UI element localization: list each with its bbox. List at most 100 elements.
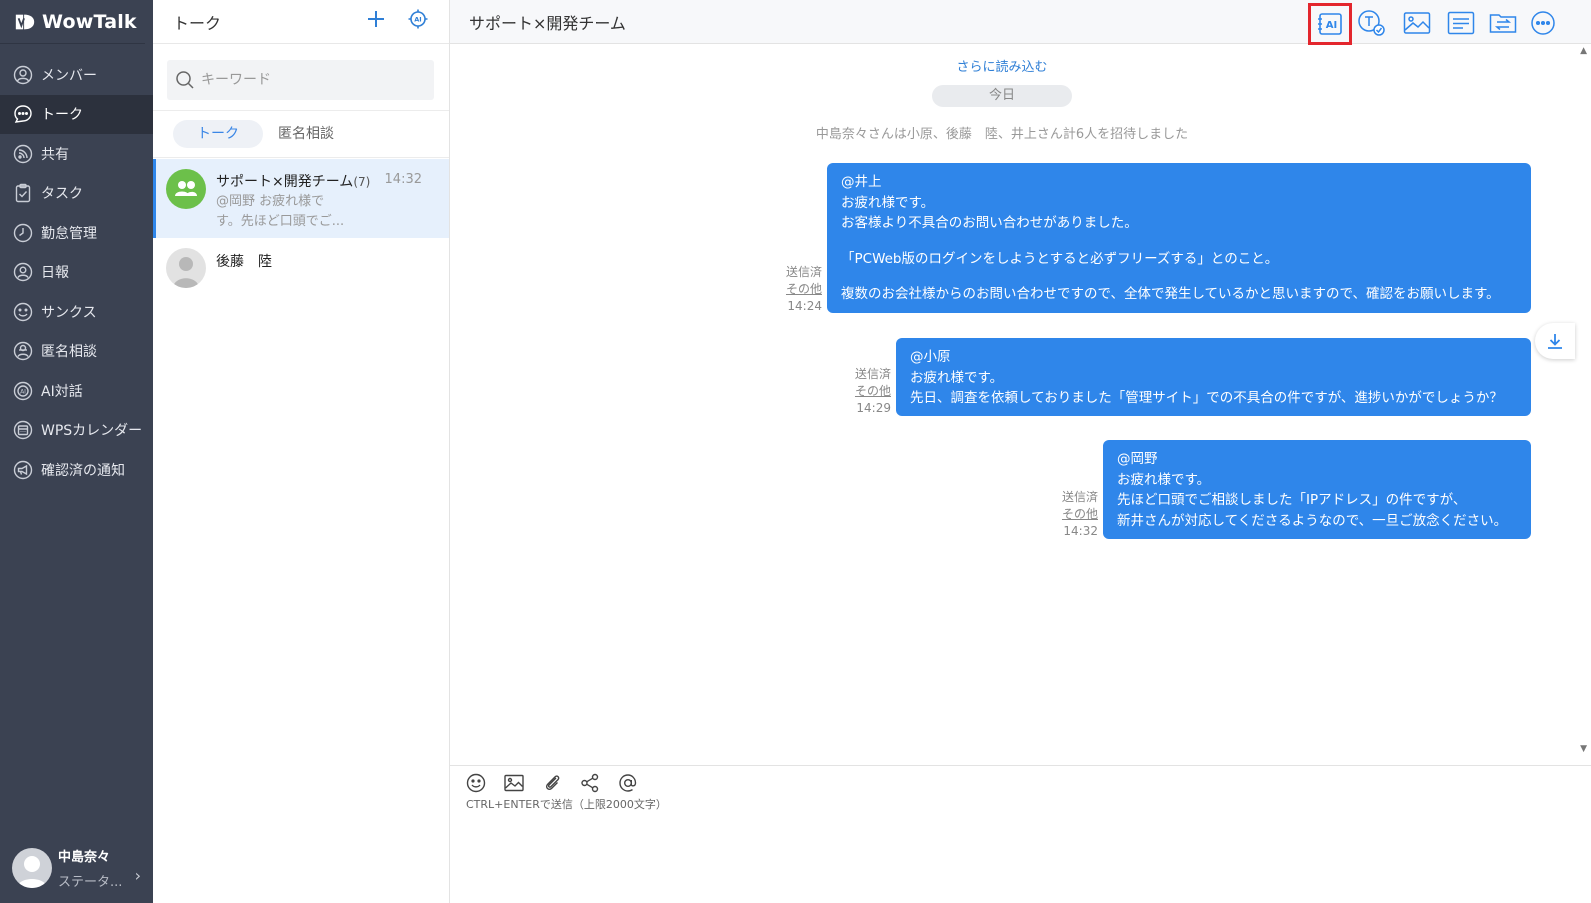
message-bubble[interactable]: @小原 お疲れ様です。 先日、調査を依頼しておりました「管理サイト」での不具合の… (896, 338, 1531, 416)
search-input[interactable] (201, 72, 421, 88)
default-avatar-icon (17, 856, 47, 888)
message-bubble[interactable]: @岡野 お疲れ様です。 先ほど口頭でご相談しました「IPアドレス」の件ですが、 … (1103, 440, 1531, 539)
paperclip-icon[interactable] (541, 772, 563, 794)
nav-item-label: 確認済の通知 (41, 462, 125, 479)
current-user[interactable]: 中島奈々 ステータ... › (0, 833, 153, 903)
more-button[interactable] (1528, 8, 1558, 38)
conversation-item[interactable]: 後藤 陸 (153, 238, 449, 296)
message-meta: 送信済 その他 14:32 (1046, 489, 1098, 540)
message-other-link[interactable]: その他 (1046, 506, 1098, 523)
group-avatar (166, 169, 206, 209)
message-line: 先日、調査を依頼しておりました「管理サイト」での不具合の件ですが、進捗いかがでし… (910, 390, 1503, 407)
chat-title: サポート×開発チーム (469, 13, 626, 33)
nav-item-label: 勤怠管理 (41, 225, 97, 242)
user-avatar (166, 248, 206, 288)
load-more-link[interactable]: さらに読み込む (450, 56, 1554, 75)
message-line: お疲れ様です。 (910, 369, 1004, 386)
mention-icon[interactable] (617, 772, 639, 794)
scroll-up-arrow-icon[interactable]: ▲ (1580, 46, 1587, 56)
chat-bubble-icon (14, 105, 32, 124)
conversation-preview: @岡野 お疲れ様です。先ほど口頭でご... (216, 194, 345, 229)
default-avatar-icon (173, 257, 199, 288)
message-status: 送信済 (785, 265, 822, 279)
group-icon (175, 181, 197, 196)
nav-item-label: メンバー (41, 67, 97, 84)
notes-button[interactable] (1446, 8, 1476, 38)
emoji-icon[interactable] (465, 772, 487, 794)
clock-icon (13, 223, 33, 242)
scroll-down-arrow-icon[interactable]: ▼ (1580, 744, 1587, 754)
list-title: トーク (173, 13, 222, 33)
scroll-to-bottom-button[interactable] (1535, 323, 1575, 359)
message-status: 送信済 (854, 367, 891, 381)
conversation-item[interactable]: サポート×開発チーム(7) 14:32 @岡野 お疲れ様です。先ほど口頭でご..… (153, 159, 449, 238)
message-line: @井上 (841, 174, 882, 190)
image-gallery-button[interactable] (1402, 8, 1432, 38)
message-line: @岡野 (1117, 451, 1158, 467)
nav-item-label: 共有 (41, 146, 69, 163)
message-time: 14:24 (787, 299, 822, 313)
app-window: WowTalk メンバー トーク 共有 タスク 勤怠管理 日報 サンクス 匿名相… (0, 0, 1591, 903)
message-line: お客様より不具合のお問い合わせがありました。 (841, 215, 1138, 232)
nav-item-label: タスク (41, 186, 83, 203)
svg-text:AI: AI (414, 15, 421, 23)
message-time: 14:29 (856, 401, 891, 415)
nav-item-daily-report[interactable]: 日報 (0, 253, 153, 293)
date-divider: 今日 (932, 85, 1072, 107)
user-name: 中島奈々 (58, 850, 111, 865)
share-icon[interactable] (579, 772, 601, 794)
file-transfer-button[interactable] (1488, 8, 1518, 38)
composer-hint: CTRL+ENTERで送信（上限2000文字） (466, 798, 667, 811)
ai-assistant-icon[interactable]: AI (407, 8, 429, 30)
message-line: @小原 (910, 349, 951, 365)
brand[interactable]: WowTalk (0, 0, 145, 44)
nav-item-share[interactable]: 共有 (0, 134, 153, 174)
search-box[interactable] (167, 60, 434, 100)
list-header: トーク AI (153, 0, 449, 44)
tab-anonymous[interactable]: 匿名相談 (254, 120, 358, 148)
translate-icon (1358, 10, 1385, 36)
folder-transfer-icon (1489, 14, 1517, 33)
nav-item-label: 日報 (41, 265, 69, 282)
tab-talk[interactable]: トーク (173, 120, 263, 148)
message-line: お疲れ様です。 (1117, 471, 1211, 488)
image-icon[interactable] (503, 772, 525, 794)
conversation-name: サポート×開発チーム(7) (216, 171, 370, 191)
message-meta: 送信済 その他 14:24 (770, 264, 822, 315)
main-nav: WowTalk メンバー トーク 共有 タスク 勤怠管理 日報 サンクス 匿名相… (0, 0, 153, 903)
conversation-time: 14:32 (384, 172, 422, 187)
nav-item-ai-chat[interactable]: AI AI対話 (0, 371, 153, 411)
chevron-right-icon[interactable]: › (135, 866, 141, 885)
translate-button[interactable] (1356, 8, 1386, 38)
composer-toolbar (465, 772, 655, 794)
nav-item-confirmed-notices[interactable]: 確認済の通知 (0, 450, 153, 490)
nav-item-tasks[interactable]: タスク (0, 174, 153, 214)
message-area[interactable]: さらに読み込む 今日 中島奈々さんは小原、後藤 陸、井上さん計6人を招待しました… (450, 45, 1568, 765)
chat-panel: サポート×開発チーム AI さらに読み込む 今日 中島奈々さんは小原、後藤 陸、… (450, 0, 1591, 903)
message-other-link[interactable]: その他 (770, 281, 822, 298)
user-status[interactable]: ステータ... (58, 871, 122, 890)
nav-item-anonymous[interactable]: 匿名相談 (0, 332, 153, 372)
nav-item-wps-calendar[interactable]: WPSカレンダー (0, 411, 153, 451)
message-meta: 送信済 その他 14:29 (840, 366, 891, 417)
message-line: 新井さんが対応してくださるようなので、一旦ご放念ください。 (1117, 512, 1508, 529)
notes-icon (1447, 11, 1475, 35)
conversation-list-panel: トーク AI トーク 匿名相談 サポート×開発チーム(7) 14:32 @岡野 … (153, 0, 450, 903)
ai-summary-button[interactable]: AI (1308, 3, 1352, 45)
message-other-link[interactable]: その他 (840, 383, 891, 400)
nav-item-thanks[interactable]: サンクス (0, 292, 153, 332)
megaphone-icon (13, 460, 33, 479)
message-line: 複数のお会社様からのお問い合わせですので、全体で発生しているかと思いますので、確… (841, 286, 1500, 303)
avatar[interactable] (12, 848, 52, 888)
nav-item-members[interactable]: メンバー (0, 55, 153, 95)
nav-item-label: 匿名相談 (41, 344, 97, 361)
plus-icon[interactable] (365, 8, 387, 30)
message-input[interactable] (466, 814, 1566, 894)
anonymous-user-icon (13, 342, 33, 361)
nav-item-talk[interactable]: トーク (0, 94, 153, 134)
message-line: お疲れ様です。 (841, 194, 935, 211)
scrollbar[interactable] (1575, 46, 1591, 756)
message-bubble[interactable]: @井上 お疲れ様です。 お客様より不具合のお問い合わせがありました。 「PCWe… (827, 163, 1531, 313)
calendar-icon (13, 421, 33, 440)
nav-item-attendance[interactable]: 勤怠管理 (0, 213, 153, 253)
